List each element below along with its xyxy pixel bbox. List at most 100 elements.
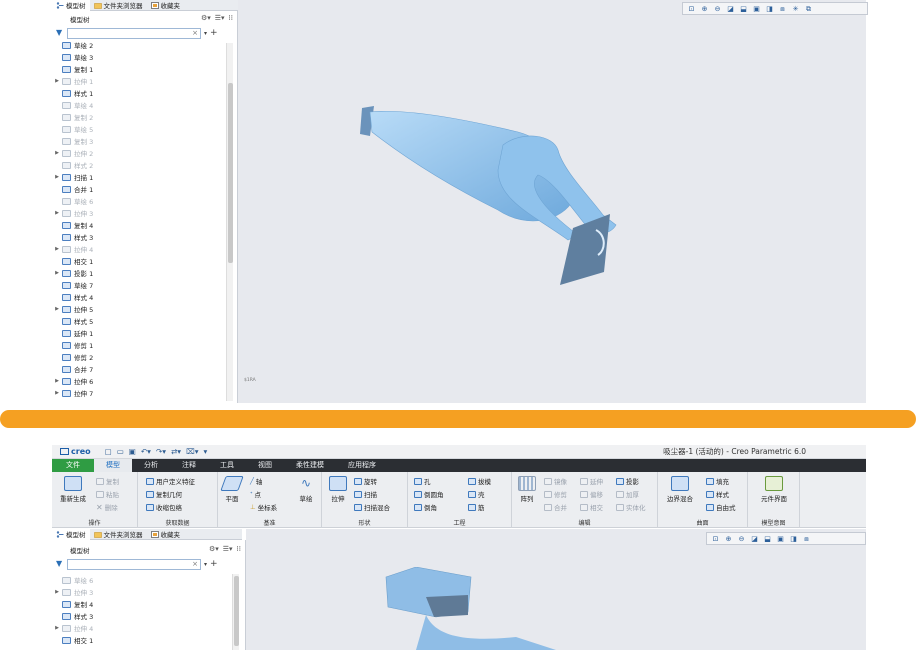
tree-item[interactable]: ▶ 拉伸 4 (52, 622, 230, 634)
tree-item[interactable]: ▶ 拉伸 3 (52, 207, 230, 219)
save-icon[interactable]: ▣ (129, 447, 136, 456)
delete-button[interactable]: ✕ 删除 (96, 502, 118, 513)
saved-views-icon[interactable]: ▣ (776, 535, 785, 543)
tree-item[interactable]: 合并 7 (52, 363, 230, 375)
add-icon[interactable]: + (210, 559, 218, 569)
repaint-icon[interactable]: ◪ (750, 535, 759, 543)
merge-button[interactable]: 合并 (544, 502, 567, 512)
group-label[interactable]: 操作 (52, 518, 137, 527)
tree-show-icon[interactable]: ☰▾ (215, 14, 225, 22)
expand-arrow-icon[interactable]: ▶ (52, 174, 62, 180)
perspective-icon[interactable]: ⧈ (778, 5, 787, 13)
clear-icon[interactable]: × (192, 560, 198, 568)
offset-button[interactable]: 偏移 (580, 489, 603, 499)
expand-arrow-icon[interactable]: ▶ (52, 625, 62, 631)
menu-applications[interactable]: 应用程序 (336, 459, 388, 472)
expand-arrow-icon[interactable]: ▶ (52, 390, 62, 396)
tree-item[interactable]: ▶ 拉伸 4 (52, 243, 230, 255)
copy-button[interactable]: 复制 (96, 476, 119, 486)
tree-item[interactable]: 样式 1 (52, 87, 230, 99)
tree-item[interactable]: ▶ 投影 1 (52, 267, 230, 279)
graphics-viewport-bottom[interactable]: ⊡ ⊕ ⊖ ◪ ⬓ ▣ ◨ ⧈ (246, 529, 866, 650)
tree-scrollbar[interactable] (232, 574, 239, 650)
component-interface-button[interactable]: 元件界面 (750, 476, 798, 503)
repaint-icon[interactable]: ◪ (726, 5, 735, 13)
tab-favorites[interactable]: 收藏夹 (147, 0, 185, 11)
filter-icon[interactable]: ▼ (56, 560, 64, 568)
tree-item[interactable]: 复制 3 (52, 135, 230, 147)
chevron-down-icon[interactable]: ▾ (204, 561, 207, 568)
tree-search-input[interactable]: × (67, 558, 201, 570)
clear-icon[interactable]: × (192, 29, 198, 37)
tree-item[interactable]: 相交 1 (52, 255, 230, 267)
menu-flexible-modeling[interactable]: 柔性建模 (284, 459, 336, 472)
tree-item[interactable]: 样式 3 (52, 610, 230, 622)
tree-columns-icon[interactable]: ⁞⁞ (229, 14, 233, 22)
zoom-out-icon[interactable]: ⊖ (713, 5, 722, 13)
perspective-icon[interactable]: ⧈ (802, 535, 811, 543)
hole-button[interactable]: 孔 (414, 476, 431, 486)
tree-item[interactable]: 合并 1 (52, 183, 230, 195)
add-icon[interactable]: + (210, 28, 218, 38)
tab-folder-browser[interactable]: 文件夹浏览器 (90, 0, 147, 11)
group-label[interactable]: 工程 (408, 518, 511, 527)
csys-button[interactable]: ⊥ 坐标系 (250, 502, 277, 512)
tree-settings-icon[interactable]: ⚙▾ (201, 14, 211, 22)
tree-item[interactable]: 草绘 3 (52, 51, 230, 63)
tree-item[interactable]: 草绘 5 (52, 123, 230, 135)
tree-item[interactable]: 延伸 1 (52, 327, 230, 339)
vacuum-model-3d-zoomed[interactable] (376, 567, 576, 650)
menu-tools[interactable]: 工具 (208, 459, 246, 472)
new-icon[interactable]: ▢ (105, 447, 112, 456)
chevron-down-icon[interactable]: ▾ (204, 30, 207, 37)
display-style-icon[interactable]: ⬓ (739, 5, 748, 13)
boundary-blend-button[interactable]: 边界混合 (662, 476, 698, 503)
trim-button[interactable]: 修剪 (544, 489, 567, 499)
expand-arrow-icon[interactable]: ▶ (52, 589, 62, 595)
tree-item[interactable]: ▶ 拉伸 1 (52, 75, 230, 87)
sweep-button[interactable]: 扫描 (354, 489, 377, 499)
tree-item[interactable]: 修剪 2 (52, 351, 230, 363)
tree-item[interactable]: ▶ 拉伸 3 (52, 586, 230, 598)
group-label[interactable]: 形状 (322, 518, 407, 527)
tab-favorites[interactable]: 收藏夹 (147, 529, 185, 540)
project-button[interactable]: 投影 (616, 476, 639, 486)
tab-folder-browser[interactable]: 文件夹浏览器 (90, 529, 147, 540)
redo-icon[interactable]: ↷▾ (156, 447, 166, 456)
menu-file[interactable]: 文件 (52, 459, 94, 472)
graphics-viewport[interactable]: ⊡ ⊕ ⊖ ◪ ⬓ ▣ ◨ ⧈ ✳ ⧉ $1RA (238, 0, 868, 403)
fill-button[interactable]: 填充 (706, 476, 729, 486)
plane-button[interactable]: 平面 (220, 476, 244, 503)
chamfer-button[interactable]: 倒角 (414, 502, 437, 512)
annotation-display-icon[interactable]: ⧉ (804, 5, 813, 13)
shell-button[interactable]: 壳 (468, 489, 485, 499)
tree-item[interactable]: ▶ 拉伸 5 (52, 303, 230, 315)
copy-geometry-button[interactable]: 复制几何 (146, 489, 182, 499)
customize-icon[interactable]: ▾ (204, 447, 208, 456)
thicken-button[interactable]: 加厚 (616, 489, 639, 499)
tree-columns-icon[interactable]: ⁞⁞ (237, 545, 241, 553)
sketch-button[interactable]: ∿ 草绘 (292, 476, 320, 503)
zoom-out-icon[interactable]: ⊖ (737, 535, 746, 543)
expand-arrow-icon[interactable]: ▶ (52, 306, 62, 312)
tree-show-icon[interactable]: ☰▾ (223, 545, 233, 553)
tree-item[interactable]: 复制 1 (52, 63, 230, 75)
zoom-in-icon[interactable]: ⊕ (700, 5, 709, 13)
tree-item[interactable]: 草绘 4 (52, 99, 230, 111)
tree-item[interactable]: ▶ 拉伸 6 (52, 375, 230, 387)
refit-icon[interactable]: ⊡ (711, 535, 720, 543)
tree-item[interactable]: 样式 2 (52, 159, 230, 171)
extend-button[interactable]: 延伸 (580, 476, 603, 486)
draft-button[interactable]: 拔模 (468, 476, 491, 486)
tree-item[interactable]: 草绘 7 (52, 279, 230, 291)
paste-button[interactable]: 粘贴 (96, 489, 119, 499)
shrinkwrap-button[interactable]: 收缩包络 (146, 502, 182, 512)
scrollbar-thumb[interactable] (228, 83, 233, 263)
expand-arrow-icon[interactable]: ▶ (52, 378, 62, 384)
section-icon[interactable]: ◨ (765, 5, 774, 13)
udf-button[interactable]: 用户定义特征 (146, 476, 195, 486)
tab-model-tree[interactable]: 模型树 (52, 528, 90, 540)
group-label[interactable]: 基准 (218, 518, 321, 527)
intersect-button[interactable]: 相交 (580, 502, 603, 512)
group-label[interactable]: 曲面 (658, 518, 747, 527)
